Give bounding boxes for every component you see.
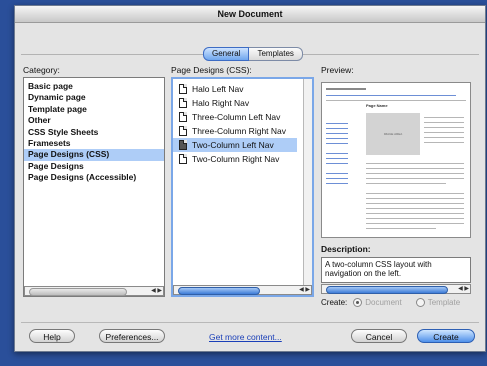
create-options: Create: Document Template [321,298,460,307]
design-item-halo-right-nav[interactable]: Halo Right Nav [173,96,297,110]
preview-header-bar [326,88,366,90]
category-scroll-thumb[interactable] [29,288,127,296]
category-label: Category: [23,65,60,75]
design-item-label: Halo Left Nav [192,84,244,94]
category-hscrollbar[interactable]: ◀ ▶ [24,286,164,296]
preview-text-line [424,127,464,128]
tab-general[interactable]: General [203,47,250,61]
scroll-arrows-icon[interactable]: ◀ ▶ [299,286,310,294]
preview-text-line [366,183,446,184]
preview-sidebar-link [326,153,348,154]
preview-label: Preview: [321,65,354,75]
preview-text-line [366,173,464,174]
preview-image-label: IMAGE AREA [383,132,403,136]
get-more-content-link[interactable]: Get more content... [209,332,282,342]
document-icon [179,126,187,136]
page-designs-label: Page Designs (CSS): [171,65,252,75]
preview-text-line [366,213,464,214]
document-icon [179,84,187,94]
category-item-dynamic-page[interactable]: Dynamic page [24,92,164,103]
category-item-page-designs-accessible[interactable]: Page Designs (Accessible) [24,172,164,183]
preview-sidebar-link [326,163,348,164]
design-item-label: Two-Column Right Nav [192,154,280,164]
preview-text-line [366,168,464,169]
preview-sidebar-link [326,143,348,144]
footer-divider [21,322,479,323]
design-item-three-column-right-nav[interactable]: Three-Column Right Nav [173,124,297,138]
design-item-two-column-left-nav[interactable]: Two-Column Left Nav [173,138,297,152]
create-button[interactable]: Create [417,329,475,343]
tab-bar: General Templates [203,47,303,61]
preview-sidebar-link [326,178,348,179]
radio-template-label[interactable]: Template [428,298,460,307]
design-item-halo-left-nav[interactable]: Halo Left Nav [173,82,297,96]
preview-sidebar-link [326,138,348,139]
preview-text-line [366,208,464,209]
preview-text-line [424,137,464,138]
preview-sidebar-link [326,128,348,129]
tab-templates[interactable]: Templates [249,47,303,61]
document-icon [179,98,187,108]
radio-template[interactable] [415,298,425,307]
page-designs-hscrollbar[interactable]: ◀ ▶ [173,285,312,295]
preview-text-line [424,117,464,118]
description-scroll-thumb[interactable] [326,286,448,294]
preview-sidebar-link [326,133,348,134]
scroll-arrows-icon[interactable]: ◀ ▶ [458,285,469,293]
category-item-basic-page[interactable]: Basic page [24,81,164,92]
window-title: New Document [15,6,485,23]
help-button[interactable]: Help [29,329,75,343]
preview-image-area: IMAGE AREA [366,113,420,155]
preview-text-line [366,163,464,164]
document-icon [179,112,187,122]
preview-divider [326,100,466,101]
design-item-label: Three-Column Left Nav [192,112,281,122]
description-hscrollbar[interactable]: ◀ ▶ [321,284,471,294]
preview-text-line [366,198,464,199]
preview-text-line [366,178,464,179]
category-item-other[interactable]: Other [24,115,164,126]
design-item-three-column-left-nav[interactable]: Three-Column Left Nav [173,110,297,124]
create-label: Create: [321,298,348,307]
preview-page-title: Page Name [366,103,388,108]
preview-sidebar-link [326,173,348,174]
preview-text-line [366,228,436,229]
category-item-page-designs-css[interactable]: Page Designs (CSS) [24,149,164,161]
page-designs-vscrollbar[interactable] [303,79,312,285]
preview-text-line [424,142,464,143]
design-item-label: Halo Right Nav [192,98,250,108]
preview-text-line [366,223,464,224]
radio-document[interactable] [353,298,363,307]
preview-text-line [424,122,464,123]
preview-text-line [366,218,464,219]
preferences-button[interactable]: Preferences... [99,329,165,343]
category-item-framesets[interactable]: Framesets [24,138,164,149]
design-item-label: Three-Column Right Nav [192,126,287,136]
scroll-arrows-icon[interactable]: ◀ ▶ [151,287,162,295]
preview-text-line [424,132,464,133]
preview-nav-links [326,95,456,96]
preview-thumbnail: Page Name IMAGE AREA [321,82,471,238]
description-label: Description: [321,244,371,254]
preview-sidebar-link [326,183,348,184]
page-designs-scroll-thumb[interactable] [178,287,260,295]
category-item-template-page[interactable]: Template page [24,104,164,115]
category-item-css-style-sheets[interactable]: CSS Style Sheets [24,127,164,138]
design-item-two-column-right-nav[interactable]: Two-Column Right Nav [173,152,297,166]
new-document-dialog: New Document General Templates Category:… [14,5,486,352]
description-text: A two-column CSS layout with navigation … [321,257,471,283]
cancel-button[interactable]: Cancel [351,329,407,343]
document-icon [179,154,187,164]
design-item-label: Two-Column Left Nav [192,140,274,150]
preview-sidebar-link [326,158,348,159]
preview-text-line [366,203,464,204]
radio-document-label[interactable]: Document [365,298,401,307]
preview-sidebar-link [326,123,348,124]
document-icon [179,140,187,150]
category-list[interactable]: Basic page Dynamic page Template page Ot… [23,77,165,297]
page-designs-list[interactable]: Halo Left Nav Halo Right Nav Three-Colum… [171,77,314,297]
preview-text-line [366,193,464,194]
category-item-page-designs[interactable]: Page Designs [24,161,164,172]
